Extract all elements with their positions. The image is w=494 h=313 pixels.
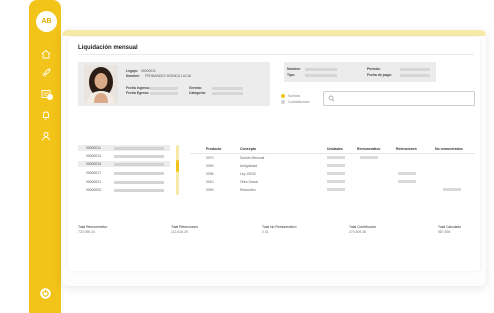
avatar[interactable]: AB	[36, 11, 57, 32]
code-description	[114, 180, 164, 184]
cell-remunerativo	[360, 156, 378, 159]
total-remunerativo-label: Total Remunerativo	[78, 225, 108, 229]
periodo-value	[400, 67, 430, 71]
employee-photo	[84, 65, 118, 103]
code-value: 00000017	[86, 171, 102, 175]
code-description	[114, 162, 164, 166]
header-producto[interactable]: Producto	[206, 147, 221, 151]
scrollbar-thumb[interactable]	[176, 160, 179, 172]
cell-concepto: Obra Social	[240, 180, 258, 184]
fecha-pago-value	[400, 73, 430, 77]
period-tipo-label: Tipo:	[287, 73, 296, 77]
cell-concepto: Sueldo Mensual	[240, 156, 265, 160]
total-calculado-label: Total Calculado	[438, 225, 462, 229]
period-card	[284, 62, 436, 82]
total-no-remunerativo-label: Total No Remunerativo	[262, 225, 297, 229]
fecha-egreso-value	[150, 91, 178, 95]
gremio-value	[212, 86, 243, 90]
total-retenciones-value: 112,616.29	[171, 230, 188, 234]
period-tipo-value	[305, 73, 337, 77]
legend-dot-sueldos	[281, 94, 285, 98]
nombre-label: Nombre:	[126, 74, 140, 78]
cell-producto: 0095	[206, 172, 214, 176]
cell-concepto: Redondeo	[240, 188, 256, 192]
code-value: 00000011	[86, 146, 101, 150]
cell-producto: 0090	[206, 164, 214, 168]
card-top-stripe	[62, 30, 486, 36]
search-box[interactable]	[323, 91, 475, 106]
cell-concepto: Antigüedad	[240, 164, 258, 168]
legajo-label: Legajo:	[126, 69, 139, 73]
total-no-remunerativo-value: 0.41	[262, 230, 269, 234]
code-description	[114, 154, 164, 158]
user-icon[interactable]	[40, 130, 52, 142]
fecha-ingreso-label: Fecha Ingreso:	[126, 86, 151, 90]
header-unidades[interactable]: Unidades	[327, 147, 343, 151]
header-concepto[interactable]: Concepto	[240, 147, 256, 151]
search-icon	[328, 95, 335, 102]
code-row[interactable]: 00000021	[78, 179, 170, 185]
categoria-value	[212, 91, 243, 95]
code-value: 00000015	[86, 162, 102, 166]
header-retenciones[interactable]: Retenciones	[396, 147, 417, 151]
search-input[interactable]	[338, 94, 468, 103]
logout-icon[interactable]	[39, 287, 52, 300]
code-row[interactable]: 00000015	[78, 161, 170, 167]
cell-unidades	[327, 164, 345, 167]
total-contribucion-value: 270,609.36	[349, 230, 366, 234]
period-nombre-value	[305, 67, 337, 71]
legend-dot-contabilizarse	[281, 100, 285, 104]
total-contribucion-label: Total Contribución	[349, 225, 377, 229]
code-description	[114, 146, 164, 150]
code-description	[114, 171, 164, 175]
code-value: 00000012	[86, 154, 102, 158]
cell-concepto: Ley 19032	[240, 172, 256, 176]
period-nombre-label: Nombre:	[287, 67, 301, 71]
code-row[interactable]: 00000017	[78, 170, 170, 176]
cell-producto: 0010	[206, 180, 214, 184]
gremio-label: Gremio:	[189, 86, 202, 90]
legend-sueldos: Sueldos	[288, 94, 301, 98]
cell-producto: 0070	[206, 156, 214, 160]
title-divider	[78, 54, 474, 55]
nombre-value: FERNANDEZ MONICA LUCIA	[145, 74, 191, 78]
cell-retenciones	[398, 172, 416, 175]
fecha-ingreso-value	[150, 86, 178, 90]
page-title: Liquidación mensual	[78, 45, 138, 51]
table-header-divider	[190, 153, 475, 154]
legend-contabilizarse: Contabilizarse	[288, 100, 310, 104]
fecha-egreso-label: Fecha Egreso:	[126, 91, 150, 95]
code-value: 00000002	[86, 188, 102, 192]
cell-unidades	[327, 172, 345, 175]
code-description	[114, 188, 164, 192]
legajo-value: 00000011	[141, 69, 156, 73]
categoria-label: Categoría:	[189, 91, 206, 95]
total-remunerativo-value: 720,090.24	[78, 230, 95, 234]
code-value: 00000021	[86, 180, 102, 184]
total-retenciones-label: Total Retenciones	[171, 225, 198, 229]
cell-unidades	[327, 188, 345, 191]
cell-producto: 0090	[206, 188, 214, 192]
sidebar	[29, 0, 61, 313]
fecha-pago-label: Fecha de pago:	[367, 73, 392, 77]
code-row[interactable]: 00000012	[78, 153, 170, 159]
active-indicator	[47, 94, 53, 100]
periodo-label: Período:	[367, 67, 381, 71]
code-row[interactable]: 00000002	[78, 187, 170, 193]
bell-icon[interactable]	[40, 109, 52, 121]
cell-unidades	[327, 156, 345, 159]
cell-unidades	[327, 180, 345, 183]
header-remunerativo[interactable]: Remunerativo	[357, 147, 380, 151]
code-row[interactable]: 00000011	[78, 145, 170, 151]
cell-retenciones	[398, 180, 416, 183]
rocket-icon[interactable]	[40, 67, 52, 79]
total-calculado-value: 587,696	[438, 230, 451, 234]
home-icon[interactable]	[40, 48, 52, 60]
cell-no-remunerativo	[443, 188, 461, 191]
header-no-remunerativo[interactable]: No remunerativo	[435, 147, 463, 151]
